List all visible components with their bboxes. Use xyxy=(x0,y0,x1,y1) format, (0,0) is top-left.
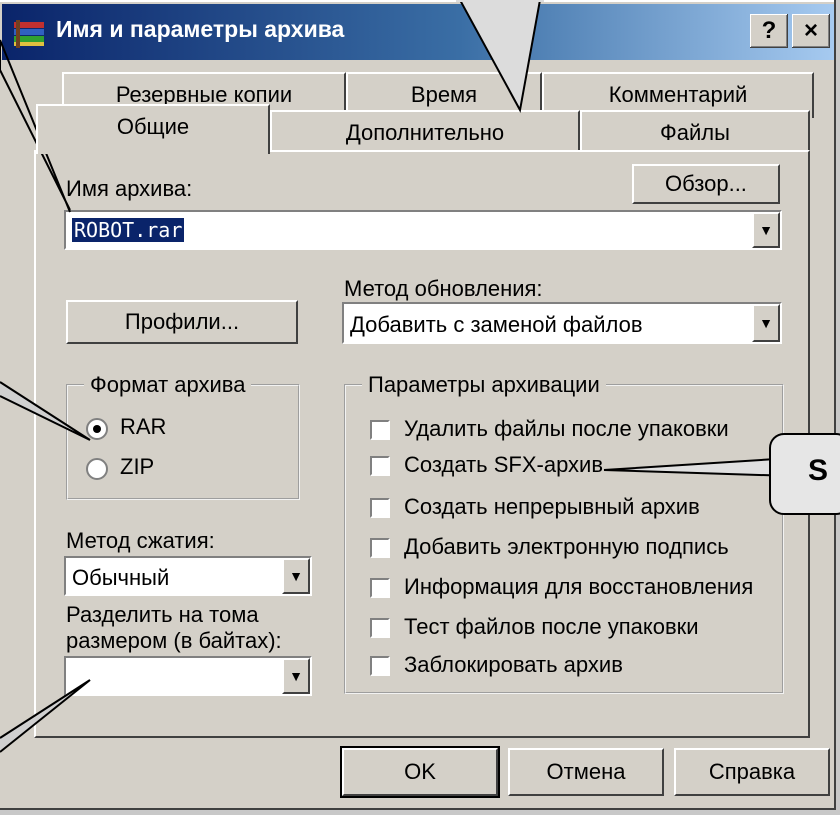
callout-cover-top xyxy=(456,0,544,2)
callout-box-text: S xyxy=(808,454,829,487)
callout-box xyxy=(769,433,840,515)
callout-arrow-format xyxy=(0,381,91,441)
tab-general-label: Общие xyxy=(116,114,190,139)
callout-arrow-sfx xyxy=(603,457,793,477)
tab-general[interactable]: Общие xyxy=(36,104,270,154)
callout-pointer-top xyxy=(458,0,542,113)
callout-arrow-split xyxy=(0,679,91,753)
